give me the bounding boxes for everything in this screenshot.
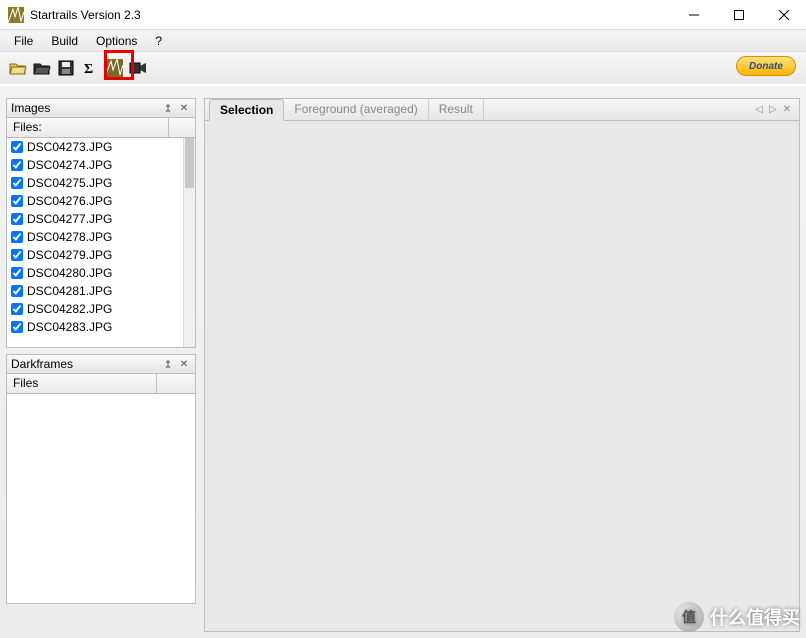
file-row[interactable]: DSC04278.JPG	[7, 228, 183, 246]
files-column-stub	[169, 118, 195, 138]
file-checkbox[interactable]	[11, 195, 23, 207]
close-panel-icon[interactable]: ✕	[177, 101, 191, 115]
menu-build[interactable]: Build	[43, 32, 86, 50]
images-panel-title: Images	[11, 101, 50, 115]
workspace: Images ✕ Files: DSC04273.JPG DSC04274.JPG…	[0, 86, 806, 638]
images-panel-header[interactable]: Images ✕	[6, 98, 196, 118]
file-row[interactable]: DSC04277.JPG	[7, 210, 183, 228]
pin-icon[interactable]	[161, 101, 175, 115]
file-name: DSC04277.JPG	[27, 212, 112, 226]
donate-button[interactable]: Donate	[736, 56, 796, 76]
file-name: DSC04279.JPG	[27, 248, 112, 262]
file-checkbox[interactable]	[11, 177, 23, 189]
darkframes-column-header[interactable]: Files	[7, 374, 157, 394]
menubar: File Build Options ?	[0, 30, 806, 52]
close-button[interactable]	[761, 0, 806, 29]
tab-selection[interactable]: Selection	[209, 99, 284, 121]
open-images-icon	[9, 60, 27, 76]
file-name: DSC04275.JPG	[27, 176, 112, 190]
file-name: DSC04280.JPG	[27, 266, 112, 280]
darkframes-panel-header[interactable]: Darkframes ✕	[6, 354, 196, 374]
app-icon	[8, 7, 24, 23]
maximize-button[interactable]	[716, 0, 761, 29]
file-name: DSC04276.JPG	[27, 194, 112, 208]
average-icon: Σ	[82, 60, 98, 76]
file-row[interactable]: DSC04280.JPG	[7, 264, 183, 282]
file-row[interactable]: DSC04274.JPG	[7, 156, 183, 174]
file-checkbox[interactable]	[11, 285, 23, 297]
save-icon	[58, 60, 74, 76]
open-darkframes-button[interactable]	[31, 57, 53, 79]
window-title: Startrails Version 2.3	[30, 8, 671, 22]
file-checkbox[interactable]	[11, 267, 23, 279]
build-startrails-button[interactable]	[103, 57, 125, 79]
tab-result[interactable]: Result	[429, 99, 484, 120]
tab-foreground[interactable]: Foreground (averaged)	[284, 99, 428, 120]
main-view: Selection Foreground (averaged) Result ◁…	[204, 98, 800, 632]
darkframes-column-stub	[157, 374, 195, 394]
titlebar: Startrails Version 2.3	[0, 0, 806, 30]
file-name: DSC04283.JPG	[27, 320, 112, 334]
file-checkbox[interactable]	[11, 159, 23, 171]
svg-text:Σ: Σ	[84, 62, 93, 76]
file-checkbox[interactable]	[11, 213, 23, 225]
file-checkbox[interactable]	[11, 141, 23, 153]
file-row[interactable]: DSC04281.JPG	[7, 282, 183, 300]
video-button[interactable]	[127, 57, 149, 79]
open-darkframes-icon	[33, 60, 51, 76]
scrollbar[interactable]	[183, 138, 195, 347]
file-name: DSC04281.JPG	[27, 284, 112, 298]
menu-file[interactable]: File	[6, 32, 41, 50]
file-name: DSC04282.JPG	[27, 302, 112, 316]
toolbar: Σ Donate	[0, 52, 806, 84]
file-name: DSC04273.JPG	[27, 140, 112, 154]
tab-nav-prev-icon[interactable]: ◁	[753, 104, 765, 115]
menu-options[interactable]: Options	[88, 32, 145, 50]
tab-nav-next-icon[interactable]: ▷	[767, 104, 779, 115]
close-panel-icon[interactable]: ✕	[177, 357, 191, 371]
darkframes-panel: Darkframes ✕ Files	[6, 354, 196, 604]
darkframes-panel-title: Darkframes	[11, 357, 73, 371]
file-checkbox[interactable]	[11, 249, 23, 261]
file-checkbox[interactable]	[11, 231, 23, 243]
tab-nav-close-icon[interactable]: ✕	[781, 104, 793, 115]
build-startrails-icon	[105, 59, 123, 77]
file-row[interactable]: DSC04275.JPG	[7, 174, 183, 192]
file-row[interactable]: DSC04273.JPG	[7, 138, 183, 156]
pin-icon[interactable]	[161, 357, 175, 371]
save-button[interactable]	[55, 57, 77, 79]
preview-canvas[interactable]	[205, 121, 799, 631]
video-icon	[129, 61, 147, 75]
file-row[interactable]: DSC04279.JPG	[7, 246, 183, 264]
file-checkbox[interactable]	[11, 303, 23, 315]
tab-nav: ◁ ▷ ✕	[753, 99, 795, 120]
images-panel: Images ✕ Files: DSC04273.JPG DSC04274.JPG…	[6, 98, 196, 348]
file-name: DSC04278.JPG	[27, 230, 112, 244]
menu-help[interactable]: ?	[147, 32, 170, 50]
scrollbar-thumb[interactable]	[185, 138, 194, 188]
darkframes-panel-body: Files	[6, 374, 196, 604]
files-column-header[interactable]: Files:	[7, 118, 169, 138]
file-row[interactable]: DSC04282.JPG	[7, 300, 183, 318]
file-checkbox[interactable]	[11, 321, 23, 333]
file-name: DSC04274.JPG	[27, 158, 112, 172]
images-panel-body: Files: DSC04273.JPG DSC04274.JPG DSC04275.…	[6, 118, 196, 348]
file-row[interactable]: DSC04283.JPG	[7, 318, 183, 336]
average-button[interactable]: Σ	[79, 57, 101, 79]
left-column: Images ✕ Files: DSC04273.JPG DSC04274.JPG…	[6, 98, 196, 632]
tab-strip: Selection Foreground (averaged) Result ◁…	[205, 99, 799, 121]
minimize-button[interactable]	[671, 0, 716, 29]
open-images-button[interactable]	[7, 57, 29, 79]
file-list[interactable]: DSC04273.JPG DSC04274.JPG DSC04275.JPG DSC0…	[7, 138, 183, 347]
file-row[interactable]: DSC04276.JPG	[7, 192, 183, 210]
